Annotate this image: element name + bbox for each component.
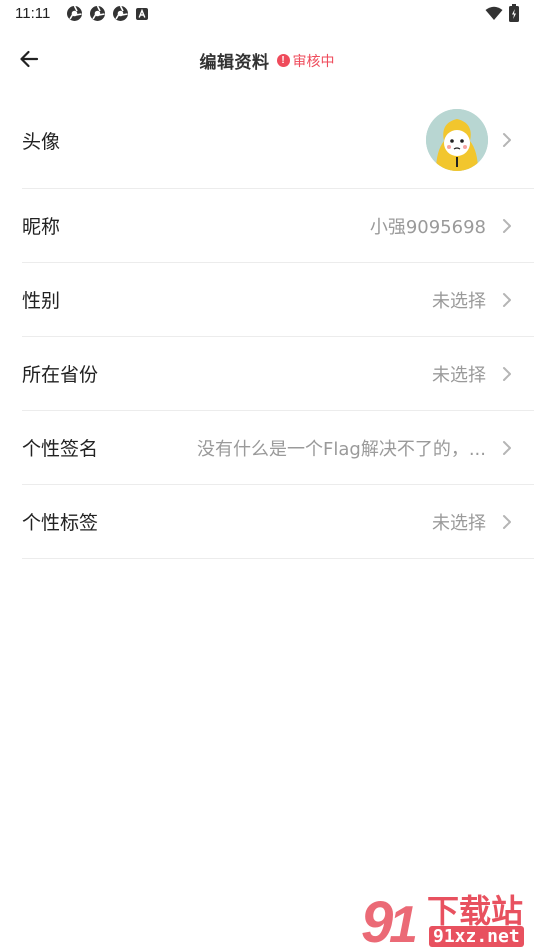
watermark-domain: 91xz.net	[429, 926, 524, 947]
row-label: 头像	[22, 130, 61, 153]
row-avatar[interactable]: 头像	[22, 92, 534, 189]
row-label: 昵称	[22, 216, 61, 238]
row-value: 未选择	[432, 512, 486, 534]
row-signature[interactable]: 个性签名 没有什么是一个Flag解决不了的，...	[22, 411, 534, 485]
a-notification-icon	[136, 7, 148, 20]
header: 编辑资料 ! 审核中	[0, 38, 534, 80]
row-gender[interactable]: 性别 未选择	[22, 263, 534, 337]
chevron-right-icon	[500, 131, 514, 149]
row-value: 未选择	[432, 364, 486, 386]
profile-list: 头像 昵称 小强9095698 性别 未选择 所在省份 未选择 个性签名 没有什…	[22, 92, 534, 559]
row-value: 未选择	[432, 290, 486, 312]
status-right-icons	[485, 4, 519, 22]
row-label: 性别	[22, 290, 61, 312]
chevron-right-icon	[500, 513, 514, 531]
chevron-right-icon	[500, 217, 514, 235]
chromium-icon	[67, 5, 82, 21]
row-nickname[interactable]: 昵称 小强9095698	[22, 189, 534, 263]
avatar[interactable]	[426, 109, 488, 171]
row-label: 所在省份	[22, 364, 99, 386]
row-province[interactable]: 所在省份 未选择	[22, 337, 534, 411]
battery-icon	[509, 4, 519, 22]
chevron-right-icon	[500, 365, 514, 383]
chromium-icon	[90, 5, 105, 21]
title-wrap: 编辑资料 ! 审核中	[0, 48, 534, 73]
page-title: 编辑资料	[199, 53, 270, 73]
row-tags[interactable]: 个性标签 未选择	[22, 485, 534, 559]
chevron-right-icon	[500, 439, 514, 457]
row-value: 小强9095698	[369, 216, 486, 238]
row-label: 个性标签	[22, 512, 99, 534]
review-status-text: 审核中	[292, 53, 335, 70]
status-notification-icons	[66, 5, 149, 22]
status-bar: 11:11	[0, 0, 534, 28]
wifi-icon	[485, 6, 503, 20]
svg-text:1: 1	[389, 896, 418, 950]
review-status-badge: ! 审核中	[276, 51, 335, 71]
chevron-right-icon	[500, 291, 514, 309]
watermark-logo: 9 1 下载站 91xz.net	[359, 886, 534, 950]
chromium-icon	[113, 5, 128, 21]
row-label: 个性签名	[22, 438, 99, 460]
status-time: 11:11	[15, 5, 51, 22]
alert-icon: !	[276, 54, 290, 67]
row-value: 没有什么是一个Flag解决不了的，...	[197, 438, 486, 460]
